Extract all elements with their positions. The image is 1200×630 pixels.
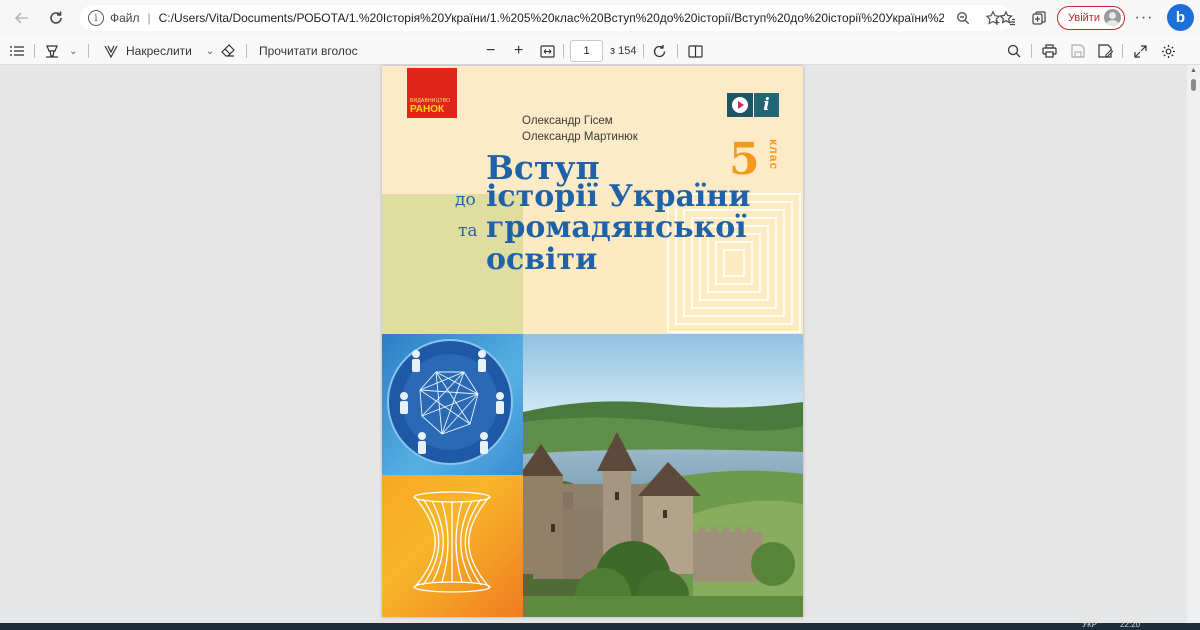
save-icon[interactable]	[1071, 40, 1085, 62]
url-text[interactable]: C:/Users/Vita/Documents/РОБОТА/1.%20Істо…	[159, 11, 944, 25]
fit-page-icon[interactable]	[540, 40, 555, 62]
reload-icon	[50, 11, 62, 24]
avatar-icon	[1104, 9, 1121, 26]
toolbar-divider	[1122, 44, 1123, 58]
toolbar-divider	[563, 44, 564, 58]
draw-label: Накреслити	[126, 44, 192, 58]
read-aloud-label: Прочитати вголос	[259, 44, 358, 58]
url-scheme-label: Файл	[110, 11, 140, 25]
cover-authors: Олександр Гісем Олександр Мартинюк	[522, 113, 638, 145]
author-name: Олександр Гісем	[522, 115, 613, 127]
zoom-out-icon[interactable]: −	[486, 40, 495, 62]
arrow-left-icon	[14, 12, 28, 24]
info-icon[interactable]: i	[88, 10, 104, 26]
vertical-scrollbar[interactable]: ▲	[1187, 65, 1200, 623]
url-separator: |	[147, 11, 151, 25]
page-number-input[interactable]: 1	[570, 40, 603, 62]
grade-number: 5	[729, 134, 760, 185]
more-menu-icon[interactable]: ···	[1132, 6, 1156, 30]
signin-button[interactable]: Увійти	[1057, 6, 1125, 30]
signin-label: Увійти	[1068, 12, 1100, 24]
reload-button[interactable]	[42, 4, 70, 32]
draw-icon	[104, 45, 118, 58]
toolbar-divider	[1031, 44, 1032, 58]
contents-icon[interactable]	[10, 40, 24, 62]
toolbar-divider	[246, 44, 247, 58]
toolbar-divider	[34, 44, 35, 58]
taskbar-language[interactable]: УКР	[1082, 620, 1097, 629]
scrollbar-thumb[interactable]	[1191, 79, 1196, 91]
highlight-button[interactable]: ⌄	[45, 40, 77, 62]
fullscreen-icon[interactable]	[1134, 40, 1147, 62]
scroll-up-arrow[interactable]: ▲	[1190, 67, 1197, 74]
browser-address-bar: i Файл | C:/Users/Vita/Documents/РОБОТА/…	[0, 0, 1200, 36]
url-field[interactable]: i Файл | C:/Users/Vita/Documents/РОБОТА/…	[80, 5, 1012, 31]
grade-word: клас	[767, 139, 781, 171]
eraser-icon[interactable]	[221, 40, 235, 62]
zoom-icon[interactable]	[952, 7, 974, 29]
media-icons: i	[727, 93, 779, 117]
toolbar-divider	[88, 44, 89, 58]
collections-icon[interactable]	[1027, 6, 1051, 30]
title-prefix-do: до	[455, 190, 476, 210]
save-as-icon[interactable]	[1098, 40, 1113, 62]
highlighter-icon	[46, 45, 58, 58]
info-letter-icon: i	[753, 93, 779, 117]
taskbar-clock[interactable]: 22:20	[1120, 620, 1140, 629]
castle-landscape-photo	[523, 334, 803, 617]
pdf-page-cover: ВИДАВНИЦТВО РАНОК i Олександр Гісем Олек…	[382, 66, 803, 617]
hourglass-panel	[382, 475, 523, 617]
title-line-2: історії України	[486, 179, 751, 214]
chevron-down-icon[interactable]: ⌄	[206, 46, 214, 57]
publisher-logo: ВИДАВНИЦТВО РАНОК	[407, 68, 457, 118]
settings-gear-icon[interactable]	[1161, 40, 1176, 62]
search-icon[interactable]	[1007, 40, 1021, 62]
play-icon	[727, 93, 753, 117]
author-name: Олександр Мартинюк	[522, 131, 638, 143]
page-view-icon[interactable]	[688, 40, 703, 62]
society-panel	[382, 334, 523, 475]
society-network-illustration	[387, 339, 513, 465]
draw-button[interactable]: Накреслити ⌄	[104, 40, 214, 62]
read-aloud-button[interactable]: Прочитати вголос	[259, 40, 358, 62]
windows-taskbar: УКР 22:20	[0, 620, 1200, 630]
rotate-icon[interactable]	[652, 40, 667, 62]
zoom-in-icon[interactable]: +	[514, 40, 523, 62]
back-button[interactable]	[8, 4, 36, 32]
hourglass-illustration	[413, 491, 491, 593]
toolbar-divider	[677, 44, 678, 58]
toolbar-divider	[643, 44, 644, 58]
title-prefix-ta: та	[458, 221, 478, 241]
pdf-toolbar: ⌄ Накреслити ⌄ Прочитати вголос − + 1 з …	[0, 36, 1200, 65]
print-icon[interactable]	[1042, 40, 1057, 62]
page-total-label: з 154	[610, 45, 637, 57]
favorites-icon[interactable]	[995, 6, 1019, 30]
bing-copilot-icon[interactable]: b	[1167, 4, 1194, 31]
title-line-4: освіти	[486, 242, 598, 277]
chevron-down-icon[interactable]: ⌄	[69, 46, 77, 57]
title-line-3: громадянської	[486, 210, 747, 245]
